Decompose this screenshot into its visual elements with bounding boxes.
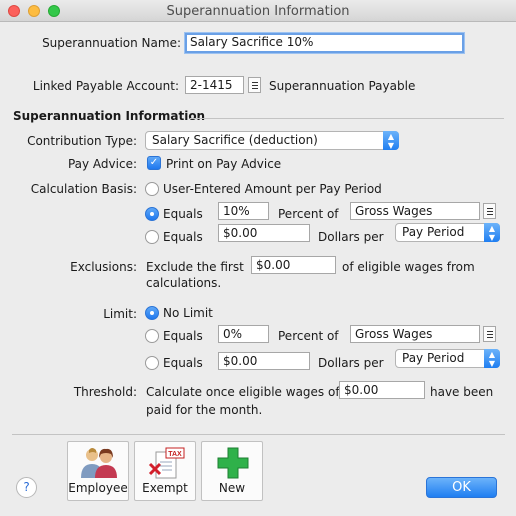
section-title: Superannuation Information — [13, 109, 206, 123]
limit-percent-radio[interactable] — [145, 329, 159, 343]
limit-percent-field[interactable]: 0% — [218, 325, 269, 343]
calc-user-entered-label: User-Entered Amount per Pay Period — [163, 182, 382, 196]
calc-user-entered-radio[interactable] — [145, 182, 159, 196]
chevron-updown-icon: ▲ ▼ — [383, 131, 399, 150]
limit-dollars-per-value: Pay Period — [402, 351, 465, 365]
threshold-amount-field[interactable]: $0.00 — [339, 381, 425, 399]
exempt-button[interactable]: TAX Exempt — [134, 441, 196, 501]
calculation-basis-label: Calculation Basis: — [30, 182, 137, 196]
threshold-text-before: Calculate once eligible wages of — [146, 385, 340, 399]
pay-advice-label: Pay Advice: — [67, 157, 137, 171]
limit-dollars-per-select[interactable]: Pay Period ▲ ▼ — [395, 349, 500, 368]
limit-dollars-radio[interactable] — [145, 356, 159, 370]
new-button[interactable]: New — [201, 441, 263, 501]
calc-dollars-per-value: Pay Period — [402, 225, 465, 239]
contribution-type-select[interactable]: Salary Sacrifice (deduction) ▲ ▼ — [145, 131, 399, 150]
superannuation-window: Superannuation Information Superannuatio… — [0, 0, 516, 516]
limit-percent-of-field[interactable]: Gross Wages — [350, 325, 480, 343]
chevron-updown-icon: ▲ ▼ — [484, 223, 500, 242]
contribution-type-value: Salary Sacrifice (deduction) — [152, 133, 318, 147]
help-button[interactable]: ? — [16, 477, 37, 498]
new-button-label: New — [218, 481, 246, 495]
linked-account-name: Superannuation Payable — [269, 79, 416, 93]
calc-dollars-radio[interactable] — [145, 230, 159, 244]
employee-button[interactable]: Employee — [67, 441, 129, 501]
plus-icon — [217, 447, 249, 479]
limit-percent-of-label: Percent of — [278, 329, 339, 343]
calc-dollars-field[interactable]: $0.00 — [218, 224, 310, 242]
print-on-pay-advice-label: Print on Pay Advice — [166, 157, 282, 171]
bottom-divider — [12, 434, 505, 435]
threshold-text-after: have been — [430, 385, 494, 399]
calc-dollars-equals-label: Equals — [163, 230, 203, 244]
limit-dollars-equals-label: Equals — [163, 356, 203, 370]
calc-dollars-per-select[interactable]: Pay Period ▲ ▼ — [395, 223, 500, 242]
contribution-type-label: Contribution Type: — [27, 134, 137, 148]
exclusions-label: Exclusions: — [70, 260, 137, 274]
calc-percent-equals-label: Equals — [163, 207, 203, 221]
calc-dollars-per-label: Dollars per — [318, 230, 384, 244]
superannuation-name-field[interactable]: Salary Sacrifice 10% — [185, 33, 464, 53]
limit-percent-equals-label: Equals — [163, 329, 203, 343]
tax-badge-text: TAX — [168, 451, 182, 458]
section-divider — [190, 118, 504, 119]
title-bar: Superannuation Information — [0, 0, 516, 22]
calc-percent-field[interactable]: 10% — [218, 202, 269, 220]
threshold-text-line2: paid for the month. — [146, 403, 263, 417]
calc-percent-radio[interactable] — [145, 207, 159, 221]
linked-account-field[interactable]: 2-1415 — [185, 76, 244, 94]
limit-dollars-per-label: Dollars per — [318, 356, 384, 370]
ok-button[interactable]: OK — [426, 477, 497, 498]
limit-wage-lookup-icon[interactable] — [483, 326, 496, 342]
limit-none-label: No Limit — [163, 306, 213, 320]
superannuation-name-label: Superannuation Name: — [42, 36, 181, 50]
exclusions-text-after: of eligible wages from — [342, 260, 475, 274]
exclusions-amount-field[interactable]: $0.00 — [251, 256, 336, 274]
employee-icon — [81, 448, 117, 478]
limit-none-radio[interactable] — [145, 306, 159, 320]
calc-percent-of-label: Percent of — [278, 207, 339, 221]
calc-percent-of-field[interactable]: Gross Wages — [350, 202, 480, 220]
chevron-updown-icon: ▲ ▼ — [484, 349, 500, 368]
threshold-label: Threshold: — [73, 385, 137, 399]
account-lookup-icon[interactable] — [248, 77, 261, 93]
employee-button-label: Employee — [68, 481, 128, 495]
limit-label: Limit: — [103, 307, 137, 321]
tax-exempt-icon: TAX — [148, 447, 185, 479]
linked-payable-account-label: Linked Payable Account: — [32, 79, 179, 93]
calc-wage-lookup-icon[interactable] — [483, 203, 496, 219]
exempt-button-label: Exempt — [142, 481, 188, 495]
exclusions-text-before: Exclude the first — [146, 260, 244, 274]
print-on-pay-advice-checkbox[interactable]: ✓ — [147, 156, 161, 170]
window-title: Superannuation Information — [166, 4, 350, 19]
exclusions-text-line2: calculations. — [146, 276, 222, 290]
limit-dollars-field[interactable]: $0.00 — [218, 352, 310, 370]
